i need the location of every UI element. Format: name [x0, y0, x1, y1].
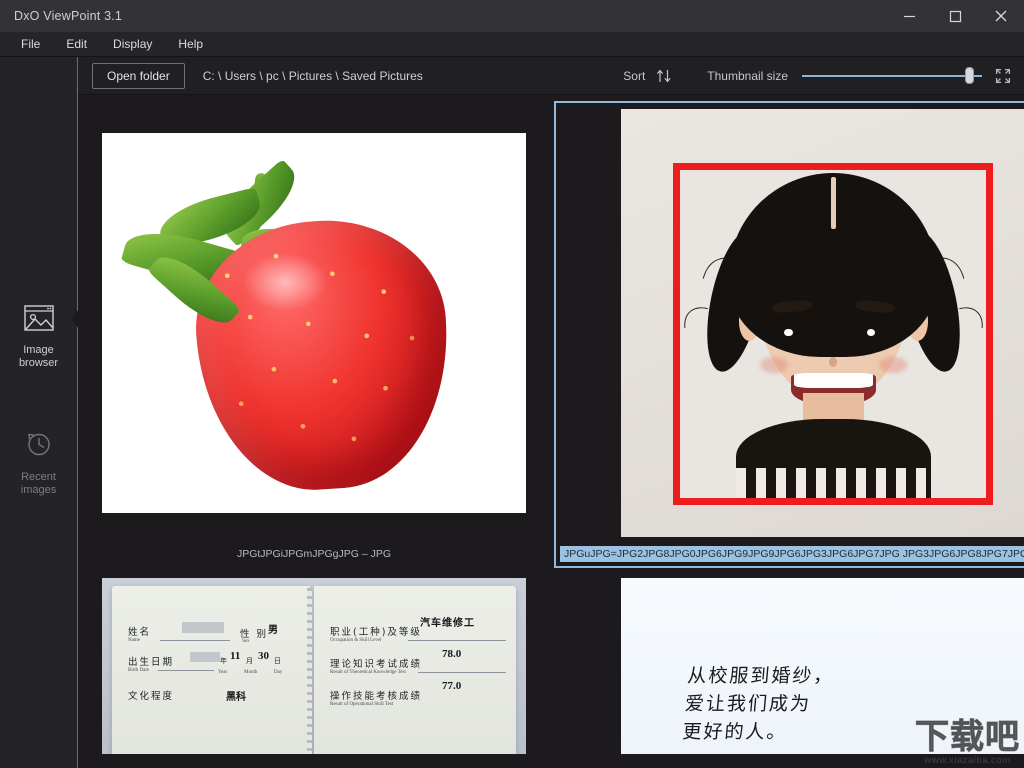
- handwriting-line: 从校服到婚纱，: [687, 662, 836, 690]
- portrait-red-frame: [673, 163, 993, 505]
- certificate-year-cn: 年: [220, 656, 229, 666]
- title-bar: DxO ViewPoint 3.1: [0, 0, 1024, 32]
- certificate-field-label-en: Occupation & Skill Level: [330, 638, 382, 643]
- certificate-field-label-cn: 姓名: [128, 624, 151, 638]
- cheek: [760, 357, 788, 373]
- thumbnail-cell-handwriting[interactable]: 从校服到婚纱， 爱让我们成为 更好的人。: [554, 572, 1024, 768]
- menu-item-help[interactable]: Help: [165, 34, 216, 54]
- certificate-rule: [158, 670, 214, 671]
- certificate-field-value: 78.0: [442, 648, 461, 660]
- left-sidebar: Image browser Recent images: [0, 57, 78, 768]
- certificate-field-label-cn: 性 别: [240, 626, 268, 640]
- certificate-rule: [418, 672, 506, 673]
- handwriting-line: 爱让我们成为: [684, 690, 833, 718]
- certificate-year-label: Year: [218, 670, 227, 675]
- fullscreen-expand-icon[interactable]: [994, 67, 1012, 85]
- browser-toolbar: Open folder C: \ Users \ pc \ Pictures \…: [78, 57, 1024, 95]
- certificate-field-value: 男: [268, 621, 278, 636]
- thumbnail-image-certificate[interactable]: 姓名 Name 性 别 Sex 男 出生日期 Birth Date: [102, 578, 526, 758]
- certificate-field-label-en: Result of Theoretical Knowledge Test: [330, 670, 406, 675]
- certificate-field-value: 黑科: [226, 688, 246, 703]
- slider-handle[interactable]: [965, 67, 974, 84]
- maximize-button[interactable]: [932, 0, 978, 32]
- strawberry-photo: [102, 133, 526, 513]
- thumbnail-cell-certificate[interactable]: 姓名 Name 性 别 Sex 男 出生日期 Birth Date: [96, 572, 532, 768]
- thumbnail-cell-portrait[interactable]: JPGuJPG=JPG2JPG8JPG0JPG6JPG9JPG9JPG6JPG3…: [554, 101, 1024, 568]
- handwriting-photo: 从校服到婚纱， 爱让我们成为 更好的人。: [621, 578, 1024, 754]
- certificate-field-label-en: Result of Operational Skill Test: [330, 702, 393, 707]
- thumbnail-size-label: Thumbnail size: [707, 69, 788, 83]
- menu-item-file[interactable]: File: [8, 34, 53, 54]
- certificate-field-label-cn: 操作技能考核成绩: [330, 688, 422, 702]
- certificate-redacted-name: [182, 622, 224, 633]
- certificate-field-label-en: Sex: [242, 639, 250, 644]
- sidebar-item-recent-images-label: Recent images: [21, 471, 56, 497]
- certificate-rule: [160, 640, 230, 641]
- minimize-button[interactable]: [886, 0, 932, 32]
- certificate-field-label-cn: 文化程度: [128, 688, 174, 702]
- certificate-field-value: 汽车维修工: [420, 614, 475, 629]
- certificate-field-label-en: Name: [128, 638, 140, 643]
- sort-arrows-icon[interactable]: [655, 68, 673, 84]
- thumbnail-image-handwriting[interactable]: 从校服到婚纱， 爱让我们成为 更好的人。: [560, 578, 1024, 758]
- sort-label: Sort: [623, 69, 645, 83]
- certificate-photo: 姓名 Name 性 别 Sex 男 出生日期 Birth Date: [102, 578, 526, 754]
- certificate-day-cn: 日: [274, 656, 283, 666]
- certificate-day-label: Day: [274, 670, 282, 675]
- strawberry-highlight: [242, 253, 328, 311]
- folder-path: C: \ Users \ pc \ Pictures \ Saved Pictu…: [203, 69, 423, 83]
- image-browser-icon: [24, 305, 54, 336]
- workspace: Image browser Recent images: [0, 57, 1024, 768]
- girl-portrait-drawing: [621, 109, 1024, 537]
- application-window: DxO ViewPoint 3.1 File Edit Display Help: [0, 0, 1024, 768]
- certificate-field-label-en: Birth Date: [128, 668, 149, 673]
- slider-track: [802, 75, 982, 77]
- certificate-field-name: 姓名: [128, 624, 151, 638]
- close-button[interactable]: [978, 0, 1024, 32]
- sidebar-item-image-browser[interactable]: Image browser: [0, 305, 78, 370]
- teeth: [794, 373, 873, 388]
- sidebar-item-image-browser-label: Image browser: [19, 344, 58, 370]
- portrait-inner: [680, 170, 986, 498]
- certificate-month-value: 11: [230, 650, 240, 662]
- certificate-field-label-cn: 出生日期: [128, 654, 174, 668]
- menu-bar: File Edit Display Help: [0, 32, 1024, 57]
- thumbnail-caption: JPGuJPG=JPG2JPG8JPG0JPG6JPG9JPG9JPG6JPG3…: [560, 546, 1024, 562]
- handwriting-text: 从校服到婚纱， 爱让我们成为 更好的人。: [682, 662, 836, 746]
- open-folder-button[interactable]: Open folder: [92, 63, 185, 89]
- sidebar-item-recent-images[interactable]: Recent images: [0, 430, 78, 497]
- thumbnail-caption: JPGtJPGiJPGmJPGgJPG – JPG: [233, 546, 395, 562]
- menu-item-display[interactable]: Display: [100, 34, 165, 54]
- certificate-day-value: 30: [258, 650, 269, 662]
- thumbnail-grid: JPGtJPGiJPGmJPGgJPG – JPG: [96, 101, 1008, 768]
- thumbnail-image-strawberry[interactable]: [102, 107, 526, 539]
- thumbnail-image-portrait[interactable]: [560, 107, 1024, 539]
- thumbnail-grid-area[interactable]: JPGtJPGiJPGmJPGgJPG – JPG: [78, 95, 1024, 768]
- handwriting-line: 更好的人。: [682, 718, 831, 746]
- collar-stripe: [736, 468, 932, 498]
- strawberry-fruit: [189, 213, 457, 498]
- window-controls: [886, 0, 1024, 32]
- certificate-field-label-cn: 职业(工种)及等级: [330, 624, 422, 638]
- window-title: DxO ViewPoint 3.1: [14, 9, 122, 23]
- eye: [778, 324, 806, 349]
- certificate-redacted-birthdate: [190, 652, 220, 662]
- certificate-field-label-cn: 理论知识考试成绩: [330, 656, 422, 670]
- nose: [829, 357, 837, 367]
- thumbnail-cell-strawberry[interactable]: JPGtJPGiJPGmJPGgJPG – JPG: [96, 101, 532, 568]
- certificate-month-cn: 月: [246, 656, 255, 666]
- hair-part: [831, 177, 836, 229]
- menu-item-edit[interactable]: Edit: [53, 34, 100, 54]
- main-panel: Open folder C: \ Users \ pc \ Pictures \…: [78, 57, 1024, 768]
- cheek: [879, 357, 907, 373]
- recent-images-icon: [25, 430, 53, 463]
- eye: [861, 324, 889, 349]
- certificate-month-label: Month: [244, 670, 257, 675]
- certificate-spine: [307, 588, 312, 754]
- certificate-field-value: 77.0: [442, 680, 461, 692]
- certificate-rule: [408, 640, 506, 641]
- thumbnail-size-slider[interactable]: [802, 66, 982, 86]
